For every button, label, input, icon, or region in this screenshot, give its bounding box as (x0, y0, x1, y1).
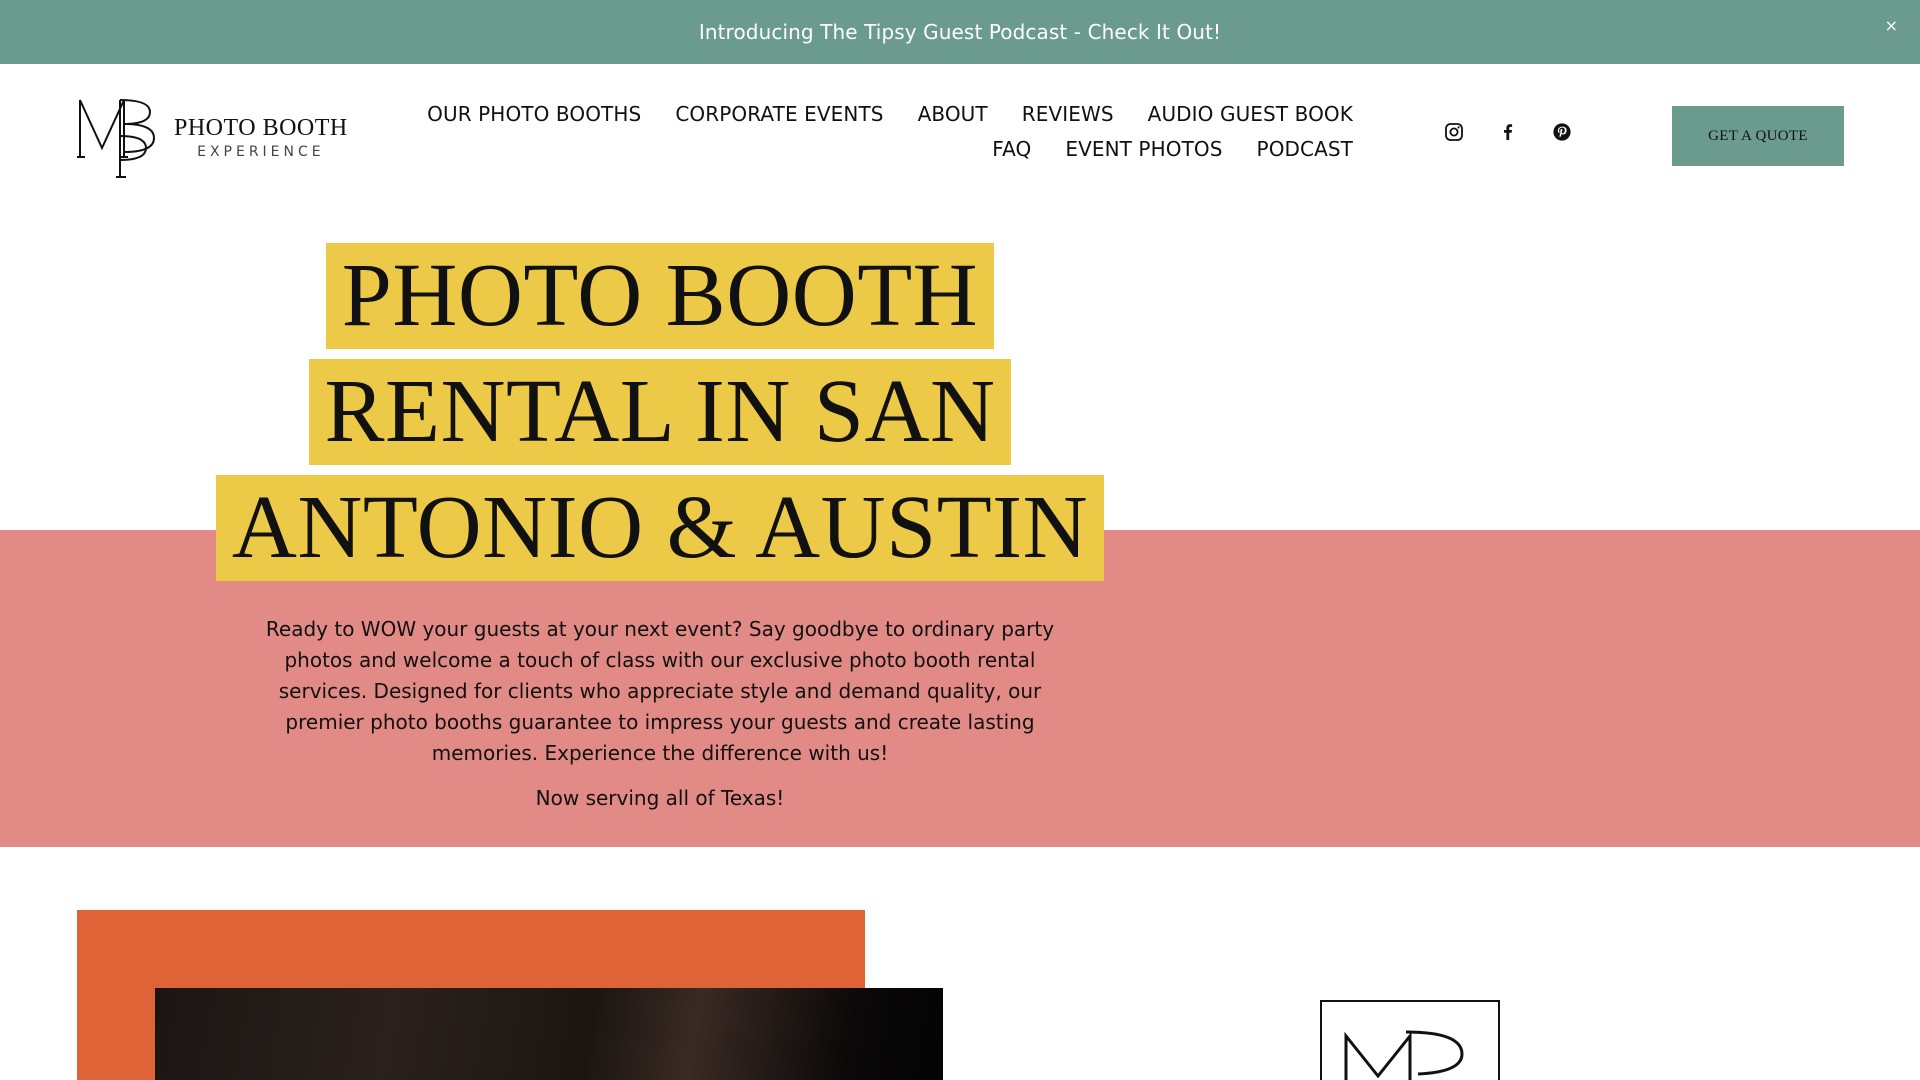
main-nav: OUR PHOTO BOOTHS CORPORATE EVENTS ABOUT … (373, 102, 1353, 162)
site-logo[interactable]: PHOTO BOOTH EXPERIENCE (76, 96, 351, 178)
nav-our-photo-booths[interactable]: OUR PHOTO BOOTHS (427, 102, 641, 127)
logo-line-1: PHOTO BOOTH (174, 114, 348, 141)
nav-faq[interactable]: FAQ (992, 137, 1031, 162)
event-photo-shade (155, 988, 943, 1080)
pinterest-icon[interactable] (1552, 122, 1572, 142)
announcement-bar[interactable]: Introducing The Tipsy Guest Podcast - Ch… (0, 0, 1920, 64)
nav-audio-guest-book[interactable]: AUDIO GUEST BOOK (1148, 102, 1353, 127)
announcement-text[interactable]: Introducing The Tipsy Guest Podcast - Ch… (699, 20, 1221, 44)
nav-row-1: OUR PHOTO BOOTHS CORPORATE EVENTS ABOUT … (427, 102, 1353, 127)
hero-paragraph: Ready to WOW your guests at your next ev… (265, 617, 1055, 765)
instagram-icon[interactable] (1444, 122, 1464, 142)
hero-title: PHOTO BOOTH RENTAL IN SAN ANTONIO & AUST… (200, 243, 1120, 581)
hero-copy: Ready to WOW your guests at your next ev… (248, 614, 1072, 814)
monogram-badge-logo (1320, 1000, 1500, 1080)
hero-title-line-3: ANTONIO & AUSTIN (215, 475, 1105, 581)
logo-text: PHOTO BOOTH EXPERIENCE (174, 115, 348, 160)
logo-line-2: EXPERIENCE (197, 143, 325, 160)
facebook-icon[interactable] (1498, 122, 1518, 142)
close-icon[interactable]: × (1885, 16, 1898, 36)
get-a-quote-button[interactable]: GET A QUOTE (1672, 106, 1844, 166)
nav-row-2: FAQ EVENT PHOTOS PODCAST (992, 137, 1353, 162)
nav-event-photos[interactable]: EVENT PHOTOS (1065, 137, 1222, 162)
social-links (1444, 122, 1572, 142)
nav-reviews[interactable]: REVIEWS (1022, 102, 1114, 127)
logo-monogram-icon (77, 99, 156, 178)
nav-about[interactable]: ABOUT (918, 102, 988, 127)
event-photo (155, 988, 943, 1080)
hero-title-line-1: PHOTO BOOTH (325, 243, 995, 349)
hero-serving-text: Now serving all of Texas! (535, 786, 785, 810)
site-header: PHOTO BOOTH EXPERIENCE OUR PHOTO BOOTHS … (0, 64, 1920, 206)
nav-podcast[interactable]: PODCAST (1257, 137, 1353, 162)
badge-monogram-icon (1344, 1030, 1464, 1080)
nav-corporate-events[interactable]: CORPORATE EVENTS (675, 102, 883, 127)
hero-title-line-2: RENTAL IN SAN (308, 359, 1012, 465)
